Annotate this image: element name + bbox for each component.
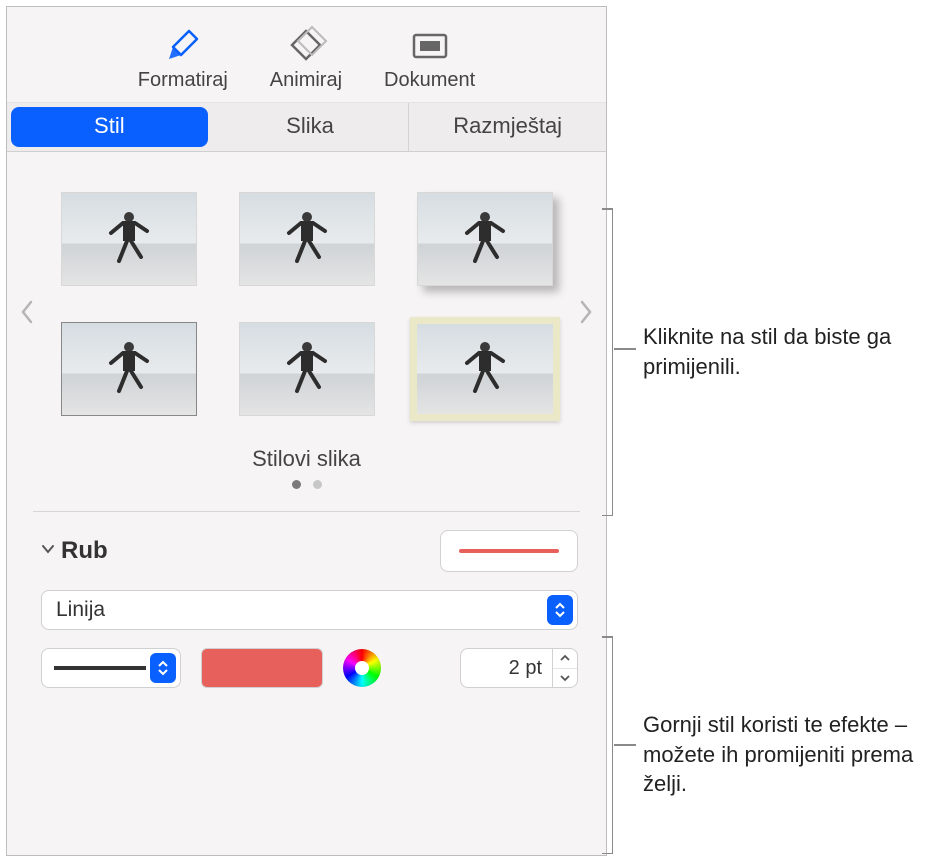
thumbnail-figure: [285, 207, 329, 267]
image-styles-area: Stilovi slika: [7, 152, 606, 511]
styles-caption: Stilovi slika: [43, 446, 570, 472]
chevron-up-icon: [560, 654, 570, 662]
border-controls-row: 2 pt: [41, 648, 578, 688]
color-wheel-button[interactable]: [343, 649, 381, 687]
thumbnail-figure: [463, 337, 507, 397]
paintbrush-icon: [159, 25, 207, 67]
style-thumbnail[interactable]: [239, 322, 375, 416]
style-thumbnail[interactable]: [61, 322, 197, 416]
border-type-dropdown[interactable]: Linija: [41, 590, 578, 630]
updown-caret-icon: [150, 653, 176, 683]
chevron-right-icon: [579, 300, 593, 324]
style-thumbnail[interactable]: [417, 192, 553, 286]
line-style-preview: [54, 666, 146, 670]
border-section: Rub Linija 2 pt: [7, 512, 606, 696]
tab-style[interactable]: Stil: [11, 107, 208, 147]
chevron-left-icon: [20, 300, 34, 324]
callout-tick: [614, 348, 636, 350]
image-styles-grid: [43, 192, 570, 416]
stepper-buttons: [552, 648, 578, 688]
callout-bracket: [612, 636, 613, 854]
border-width-input[interactable]: 2 pt: [460, 648, 552, 688]
tab-image[interactable]: Slika: [212, 103, 410, 151]
updown-caret-icon: [547, 595, 573, 625]
border-disclosure-toggle[interactable]: Rub: [41, 537, 108, 565]
animate-tab-button[interactable]: Animiraj: [270, 25, 342, 92]
border-preview-line: [459, 549, 559, 553]
thumbnail-figure: [463, 207, 507, 267]
tab-arrange[interactable]: Razmještaj: [409, 103, 606, 151]
stepper-down-button[interactable]: [553, 669, 577, 688]
thumbnail-figure: [285, 337, 329, 397]
line-style-dropdown[interactable]: [41, 648, 181, 688]
thumbnail-figure: [107, 207, 151, 267]
thumbnail-figure: [107, 337, 151, 397]
animate-tab-label: Animiraj: [270, 69, 342, 92]
style-thumbnail[interactable]: [239, 192, 375, 286]
pager-dot[interactable]: [313, 480, 322, 489]
border-section-header: Rub: [41, 530, 578, 572]
style-thumbnail[interactable]: [61, 192, 197, 286]
border-style-preview[interactable]: [440, 530, 578, 572]
format-tab-label: Formatiraj: [138, 69, 228, 92]
callout-edit-effects: Gornji stil koristi te efekte – možete i…: [643, 710, 952, 799]
chevron-down-icon: [41, 542, 55, 560]
callout-apply-style: Kliknite na stil da biste ga primijenili…: [643, 322, 943, 381]
diamond-icon: [282, 25, 330, 67]
inspector-toolbar: Formatiraj Animiraj Dokument: [7, 7, 606, 102]
styles-prev-button[interactable]: [15, 292, 39, 332]
document-tab-label: Dokument: [384, 69, 475, 92]
pager-dot[interactable]: [292, 480, 301, 489]
document-tab-button[interactable]: Dokument: [384, 25, 475, 92]
callout-tick: [614, 744, 636, 746]
border-type-value: Linija: [56, 598, 105, 622]
callout-bracket: [612, 208, 613, 516]
border-color-swatch[interactable]: [201, 648, 323, 688]
format-inspector-panel: Formatiraj Animiraj Dokument Stil Slika …: [6, 6, 607, 856]
style-thumbnail[interactable]: [410, 317, 560, 421]
styles-next-button[interactable]: [574, 292, 598, 332]
inspector-subtabs: Stil Slika Razmještaj: [7, 102, 606, 152]
chevron-down-icon: [560, 674, 570, 682]
styles-pager: [43, 480, 570, 489]
stepper-up-button[interactable]: [553, 649, 577, 669]
border-width-stepper: 2 pt: [460, 648, 578, 688]
border-section-title: Rub: [61, 537, 108, 565]
format-tab-button[interactable]: Formatiraj: [138, 25, 228, 92]
presentation-icon: [406, 25, 454, 67]
